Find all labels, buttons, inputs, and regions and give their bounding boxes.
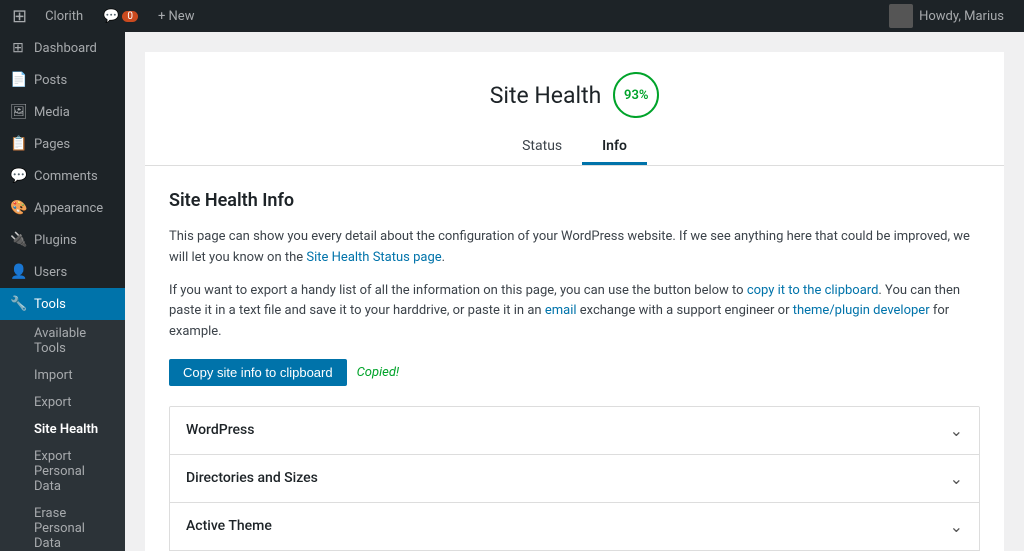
tab-status[interactable]: Status xyxy=(502,130,582,165)
sidebar-item-comments[interactable]: 💬 Comments xyxy=(0,160,125,192)
adminbar-new[interactable]: + New xyxy=(148,0,205,32)
submenu-site-health[interactable]: Site Health xyxy=(0,416,125,443)
page-title-row: Site Health 93% xyxy=(165,72,984,118)
submenu-available-tools[interactable]: Available Tools xyxy=(0,320,125,362)
accordion-item-active-theme: Active Theme ⌄ xyxy=(170,503,979,551)
tabs-nav: Status Info xyxy=(165,130,984,165)
content-body: Site Health Info This page can show you … xyxy=(145,166,1004,551)
copy-site-info-button[interactable]: Copy site info to clipboard xyxy=(169,359,347,386)
actions-row: Copy site info to clipboard Copied! xyxy=(169,359,980,386)
sidebar-item-label: Tools xyxy=(34,297,66,312)
submenu-export-personal-data[interactable]: Export Personal Data xyxy=(0,443,125,500)
sidebar-item-label: Dashboard xyxy=(34,41,97,56)
sidebar-item-appearance[interactable]: 🎨 Appearance xyxy=(0,192,125,224)
tab-info[interactable]: Info xyxy=(582,130,647,165)
accordion-label: Active Theme xyxy=(186,518,272,534)
adminbar-howdy[interactable]: Howdy, Marius xyxy=(881,0,1012,32)
site-health-status-link[interactable]: Site Health Status page xyxy=(306,250,441,265)
sidebar-item-label: Media xyxy=(34,105,70,120)
admin-sidebar: ⊞ Dashboard 📄 Posts 🖼 Media 📋 Pages 💬 Co… xyxy=(0,32,125,551)
accordion-header-directories-sizes[interactable]: Directories and Sizes ⌄ xyxy=(170,455,979,502)
main-wrap: ⊞ Dashboard 📄 Posts 🖼 Media 📋 Pages 💬 Co… xyxy=(0,32,1024,551)
sidebar-item-media[interactable]: 🖼 Media xyxy=(0,96,125,128)
sidebar-item-pages[interactable]: 📋 Pages xyxy=(0,128,125,160)
sidebar-item-label: Plugins xyxy=(34,233,77,248)
submenu-export[interactable]: Export xyxy=(0,389,125,416)
sidebar-item-plugins[interactable]: 🔌 Plugins xyxy=(0,224,125,256)
accordion-item-wordpress: WordPress ⌄ xyxy=(170,407,979,455)
submenu-import[interactable]: Import xyxy=(0,362,125,389)
chevron-down-icon: ⌄ xyxy=(950,421,963,440)
appearance-icon: 🎨 xyxy=(10,200,26,216)
plugins-icon: 🔌 xyxy=(10,232,26,248)
copied-message: Copied! xyxy=(357,365,400,380)
chevron-down-icon: ⌄ xyxy=(950,517,963,536)
health-score-badge: 93% xyxy=(613,72,659,118)
sidebar-item-dashboard[interactable]: ⊞ Dashboard xyxy=(0,32,125,64)
sidebar-item-posts[interactable]: 📄 Posts xyxy=(0,64,125,96)
chevron-down-icon: ⌄ xyxy=(950,469,963,488)
content-area: Site Health 93% Status Info Site Health … xyxy=(125,32,1024,551)
posts-icon: 📄 xyxy=(10,72,26,88)
sidebar-item-users[interactable]: 👤 Users xyxy=(0,256,125,288)
accordion-list: WordPress ⌄ Directories and Sizes ⌄ Acti… xyxy=(169,406,980,551)
sidebar-item-label: Posts xyxy=(34,73,67,88)
users-icon: 👤 xyxy=(10,264,26,280)
accordion-label: Directories and Sizes xyxy=(186,470,318,486)
sidebar-item-tools[interactable]: 🔧 Tools xyxy=(0,288,125,320)
comments-count: 0 xyxy=(122,11,138,22)
page-header: Site Health 93% Status Info xyxy=(145,52,1004,166)
page-title: Site Health xyxy=(490,82,602,109)
theme-plugin-link[interactable]: theme/plugin developer xyxy=(793,303,930,318)
submenu-erase-personal-data[interactable]: Erase Personal Data xyxy=(0,500,125,551)
admin-bar: ⊞ Clorith 💬 0 + New Howdy, Marius xyxy=(0,0,1024,32)
howdy-text: Howdy, Marius xyxy=(919,9,1004,24)
accordion-item-directories-sizes: Directories and Sizes ⌄ xyxy=(170,455,979,503)
pages-icon: 📋 xyxy=(10,136,26,152)
accordion-header-active-theme[interactable]: Active Theme ⌄ xyxy=(170,503,979,550)
tools-submenu: Available Tools Import Export Site Healt… xyxy=(0,320,125,551)
accordion-label: WordPress xyxy=(186,422,254,438)
sidebar-item-label: Pages xyxy=(34,137,70,152)
info-paragraph-2: If you want to export a handy list of al… xyxy=(169,281,980,343)
info-paragraph-1: This page can show you every detail abou… xyxy=(169,227,980,269)
sidebar-item-label: Appearance xyxy=(34,201,103,216)
adminbar-right: Howdy, Marius xyxy=(881,0,1012,32)
tools-icon: 🔧 xyxy=(10,296,26,312)
copy-link[interactable]: copy it to the clipboard xyxy=(747,283,879,298)
adminbar-comments[interactable]: 💬 0 xyxy=(93,0,148,32)
sidebar-item-label: Comments xyxy=(34,169,98,184)
comments-icon: 💬 xyxy=(10,168,26,184)
section-title: Site Health Info xyxy=(169,190,980,211)
media-icon: 🖼 xyxy=(10,104,26,120)
avatar xyxy=(889,4,913,28)
wp-logo-icon[interactable]: ⊞ xyxy=(12,6,27,27)
adminbar-site-name[interactable]: Clorith xyxy=(35,0,93,32)
dashboard-icon: ⊞ xyxy=(10,40,26,56)
email-link[interactable]: email xyxy=(545,303,577,318)
accordion-header-wordpress[interactable]: WordPress ⌄ xyxy=(170,407,979,454)
sidebar-item-label: Users xyxy=(34,265,67,280)
